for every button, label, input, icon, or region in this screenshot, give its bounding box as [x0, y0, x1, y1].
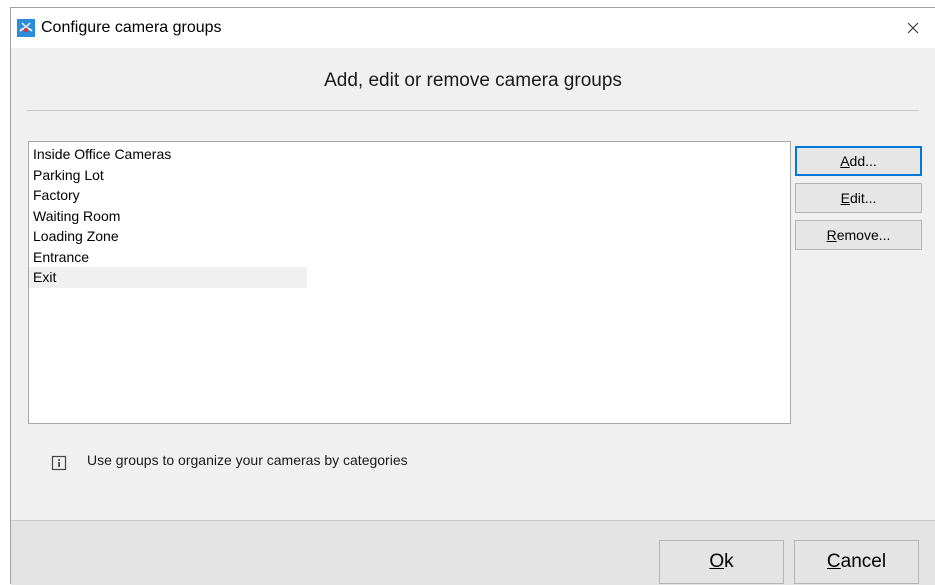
close-icon: [907, 22, 919, 34]
camera-groups-list[interactable]: Inside Office Cameras Parking Lot Factory W…: [28, 141, 791, 424]
dialog-heading: Add, edit or remove camera groups: [324, 70, 622, 91]
dialog-footer: Ok Cancel: [11, 521, 935, 585]
add-button[interactable]: Add...: [795, 146, 922, 176]
close-button[interactable]: [899, 14, 927, 42]
info-hint: Use groups to organize your cameras by c…: [51, 448, 408, 472]
title-bar: Configure camera groups: [11, 8, 935, 48]
edit-button[interactable]: Edit...: [795, 183, 922, 213]
configure-camera-groups-dialog: Configure camera groups Add, edit or rem…: [10, 7, 935, 585]
remove-button[interactable]: Remove...: [795, 220, 922, 250]
list-item[interactable]: Inside Office Cameras: [29, 144, 307, 165]
camera-app-icon: [17, 19, 35, 37]
ok-button[interactable]: Ok: [659, 540, 784, 584]
info-icon: [51, 455, 67, 471]
list-item[interactable]: Factory: [29, 185, 307, 206]
cancel-button[interactable]: Cancel: [794, 540, 919, 584]
list-item[interactable]: Entrance: [29, 247, 307, 268]
list-item[interactable]: Exit: [29, 267, 307, 288]
window-title: Configure camera groups: [41, 19, 222, 36]
list-item[interactable]: Parking Lot: [29, 165, 307, 186]
list-item[interactable]: Waiting Room: [29, 206, 307, 227]
header-divider: [27, 110, 919, 111]
list-item[interactable]: Loading Zone: [29, 226, 307, 247]
info-text: Use groups to organize your cameras by c…: [87, 452, 408, 468]
